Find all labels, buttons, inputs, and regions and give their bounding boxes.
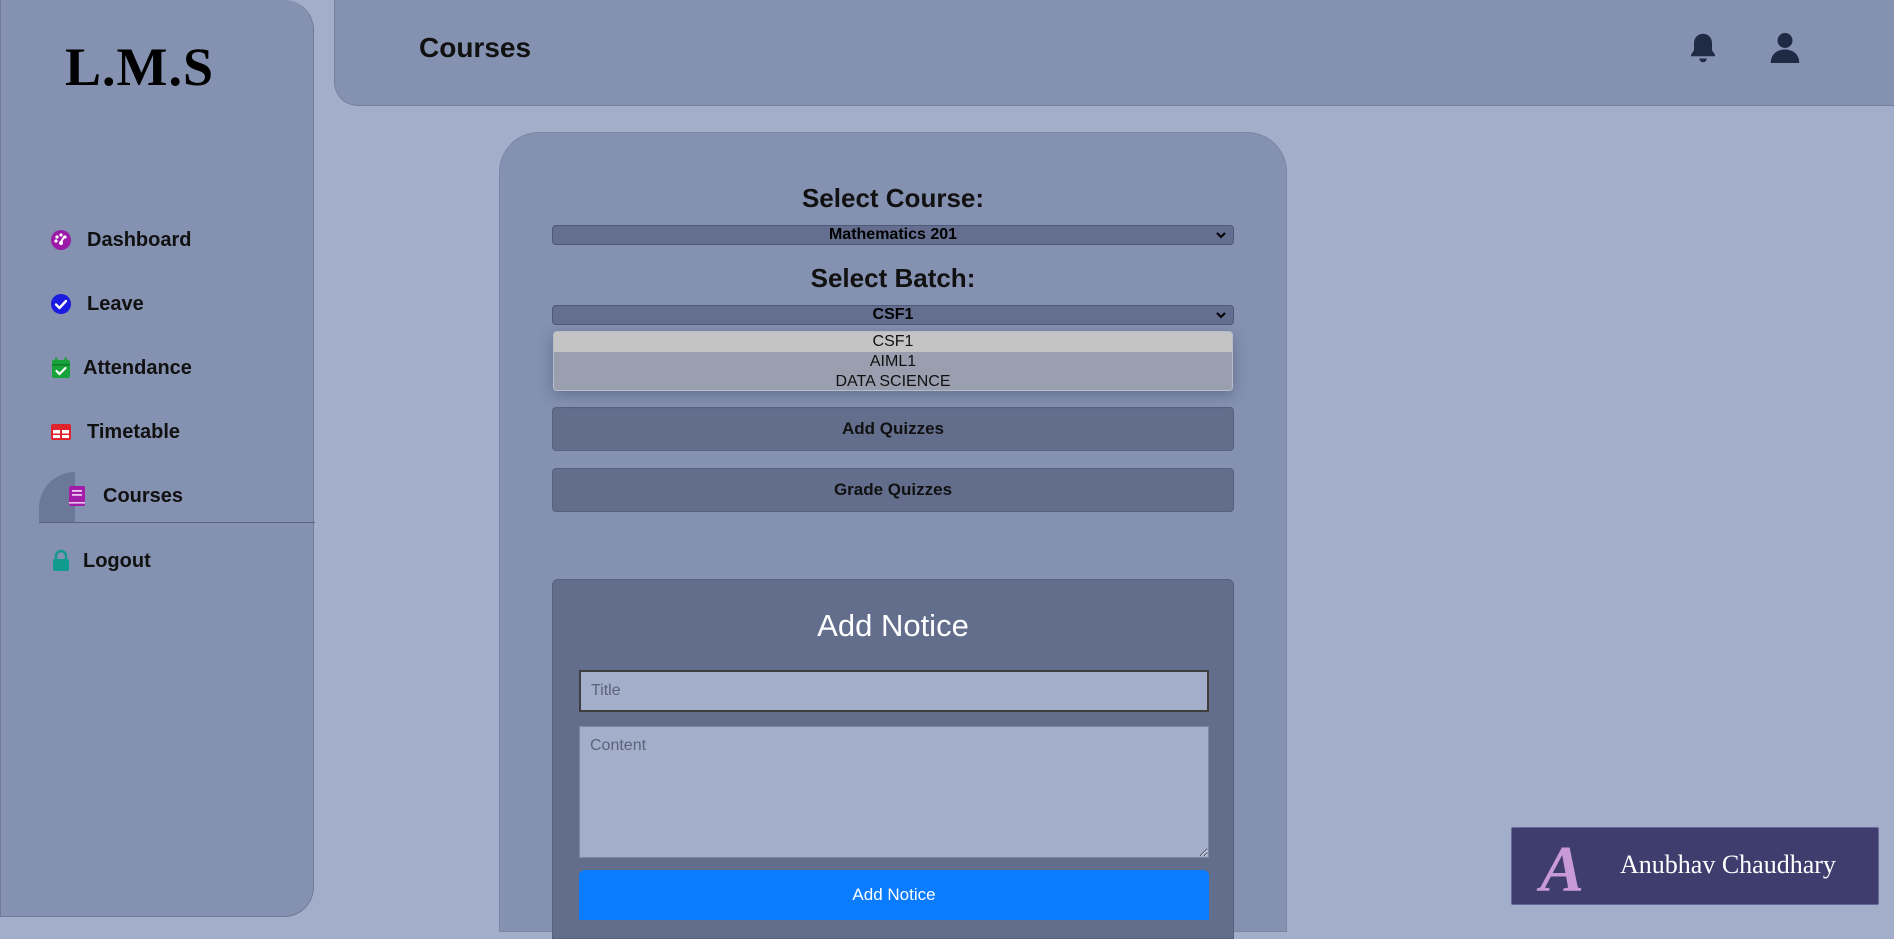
- header-bar: Courses: [334, 0, 1894, 106]
- batch-option-csf1[interactable]: CSF1: [554, 332, 1232, 352]
- select-batch-label: Select Batch:: [810, 263, 976, 293]
- select-course-label: Select Course:: [801, 183, 985, 213]
- add-quizzes-button[interactable]: Add Quizzes: [552, 407, 1234, 451]
- grade-quizzes-button[interactable]: Grade Quizzes: [552, 468, 1234, 512]
- chevron-down-icon: [1216, 232, 1226, 239]
- batch-option-aiml1[interactable]: AIML1: [554, 352, 1232, 372]
- notice-content-input[interactable]: [579, 726, 1209, 858]
- batch-option-data-science[interactable]: DATA SCIENCE: [554, 372, 1232, 390]
- add-notice-button[interactable]: Add Notice: [579, 870, 1209, 920]
- sidebar-item-attendance[interactable]: Attendance: [49, 356, 192, 380]
- course-select[interactable]: Mathematics 201: [552, 225, 1234, 245]
- calendar-check-icon: [52, 357, 70, 378]
- sidebar-item-label: Dashboard: [87, 228, 192, 251]
- sidebar-item-label: Attendance: [83, 356, 192, 379]
- page-title: Courses: [419, 32, 532, 63]
- add-notice-panel: Add Notice Add Notice: [552, 579, 1234, 939]
- course-select-value: Mathematics 201: [828, 226, 958, 243]
- app-logo: L.M.S: [65, 37, 215, 97]
- sidebar-item-label: Timetable: [87, 420, 180, 443]
- user-icon[interactable]: [1767, 30, 1803, 66]
- sidebar: L.M.S Dashboard Leave Attendance Timetab…: [0, 0, 315, 917]
- bell-icon[interactable]: [1685, 30, 1721, 66]
- batch-select[interactable]: CSF1: [552, 305, 1234, 325]
- dashboard-icon: [51, 230, 71, 250]
- author-badge: A Anubhav Chaudhary: [1511, 827, 1879, 906]
- author-logo: A: [1540, 833, 1585, 906]
- author-name: Anubhav Chaudhary: [1620, 850, 1836, 879]
- book-icon: [69, 486, 85, 506]
- lock-icon: [53, 549, 69, 571]
- chevron-down-icon: [1216, 312, 1226, 319]
- sidebar-item-dashboard[interactable]: Dashboard: [49, 228, 191, 252]
- sidebar-item-label: Logout: [83, 549, 151, 572]
- sidebar-item-logout[interactable]: Logout: [49, 549, 151, 573]
- sidebar-item-label: Courses: [103, 484, 184, 507]
- add-notice-heading: Add Notice: [817, 608, 969, 643]
- table-icon: [51, 424, 71, 440]
- sidebar-item-timetable[interactable]: Timetable: [49, 420, 180, 444]
- sidebar-item-label: Leave: [87, 292, 144, 315]
- batch-dropdown: CSF1 AIML1 DATA SCIENCE: [553, 331, 1233, 391]
- course-panel: Select Course: Mathematics 201 Select Ba…: [499, 132, 1287, 939]
- check-circle-icon: [51, 294, 71, 314]
- notice-title-input[interactable]: [579, 670, 1209, 712]
- sidebar-item-leave[interactable]: Leave: [49, 292, 144, 316]
- sidebar-item-courses[interactable]: Courses: [65, 484, 183, 508]
- batch-select-value: CSF1: [872, 306, 914, 323]
